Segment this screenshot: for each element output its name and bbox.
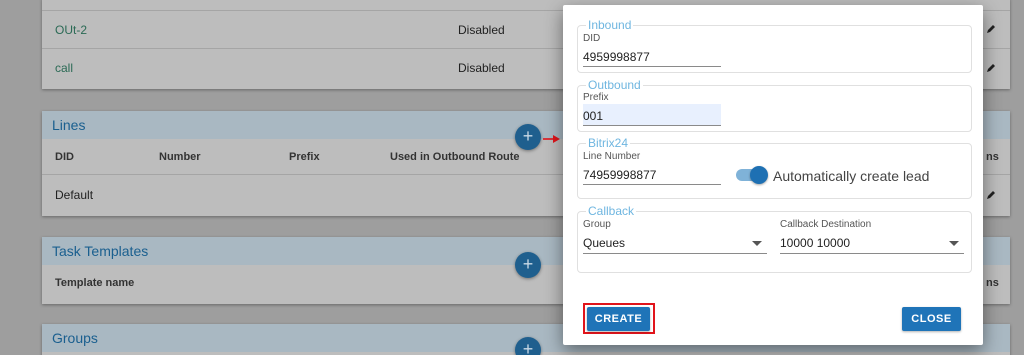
- lines-title: Lines: [52, 117, 86, 133]
- create-button[interactable]: CREATE: [587, 307, 650, 331]
- chevron-down-icon: [949, 241, 959, 246]
- did-input-underline: [583, 66, 721, 67]
- route-status: Disabled: [458, 61, 505, 75]
- outbound-section: Outbound Prefix 001: [577, 78, 972, 132]
- prefix-input[interactable]: 001: [583, 109, 603, 123]
- group-select[interactable]: Queues: [583, 230, 767, 254]
- toggle-knob: [750, 166, 768, 184]
- route-name-link[interactable]: call: [55, 61, 73, 75]
- col-prefix: Prefix: [289, 151, 320, 163]
- close-button[interactable]: CLOSE: [902, 307, 961, 331]
- line-number-underline: [583, 184, 721, 185]
- group-label: Group: [583, 219, 611, 230]
- line-did: Default: [55, 188, 94, 202]
- callback-destination-underline: [780, 253, 964, 254]
- callback-destination-value: 10000 10000: [780, 236, 851, 250]
- route-status: Disabled: [458, 23, 505, 37]
- prefix-input-underline: [583, 125, 721, 126]
- callback-destination-label: Callback Destination: [780, 219, 872, 230]
- group-select-value: Queues: [583, 236, 626, 250]
- arrow-right-icon: [543, 135, 560, 143]
- did-input[interactable]: 4959998877: [583, 50, 650, 64]
- col-actions-fragment: ns: [986, 151, 999, 163]
- outbound-legend: Outbound: [586, 78, 643, 92]
- bitrix24-section: Bitrix24 Line Number 74959998877 Automat…: [577, 136, 972, 199]
- chevron-down-icon: [752, 241, 762, 246]
- edit-icon[interactable]: [986, 63, 996, 73]
- inbound-section: Inbound DID 4959998877: [577, 18, 972, 73]
- inbound-legend: Inbound: [586, 18, 634, 32]
- did-label: DID: [583, 33, 601, 44]
- edit-icon[interactable]: [986, 190, 996, 200]
- route-name-link[interactable]: OUt-2: [55, 23, 87, 37]
- add-task-template-button[interactable]: +: [515, 252, 541, 278]
- col-actions-fragment: ns: [986, 277, 999, 289]
- auto-lead-label: Automatically create lead: [773, 168, 930, 184]
- auto-lead-toggle[interactable]: [736, 165, 772, 185]
- prefix-input-bg: [583, 104, 721, 125]
- col-used-in-outbound-route: Used in Outbound Route: [390, 151, 520, 163]
- col-number: Number: [159, 151, 201, 163]
- col-template-name: Template name: [55, 277, 135, 289]
- prefix-label: Prefix: [583, 92, 609, 103]
- groups-title: Groups: [52, 330, 98, 346]
- line-number-input[interactable]: 74959998877: [583, 168, 656, 182]
- edit-icon[interactable]: [986, 24, 996, 34]
- callback-legend: Callback: [586, 204, 637, 218]
- callback-section: Callback Group Queues Callback Destinati…: [577, 204, 972, 273]
- task-templates-title: Task Templates: [52, 243, 149, 259]
- callback-destination-select[interactable]: 10000 10000: [780, 230, 964, 254]
- add-line-button[interactable]: +: [515, 124, 541, 150]
- line-number-label: Line Number: [583, 151, 641, 162]
- create-line-dialog: Inbound DID 4959998877 Outbound Prefix 0…: [563, 5, 983, 345]
- bitrix24-legend: Bitrix24: [586, 136, 631, 150]
- group-select-underline: [583, 253, 767, 254]
- col-did: DID: [55, 151, 74, 163]
